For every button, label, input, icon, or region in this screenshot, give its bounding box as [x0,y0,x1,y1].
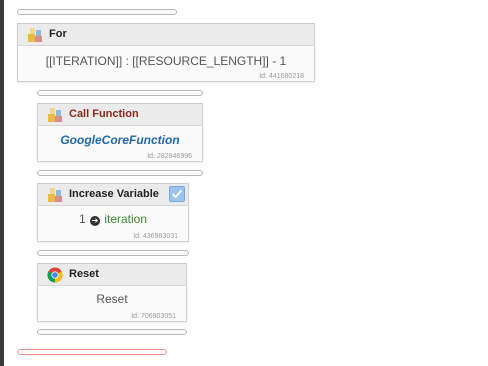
for-block-id: Id: 441680218 [259,73,304,80]
drop-connector-top[interactable] [17,9,177,15]
drop-connector[interactable] [37,170,203,176]
checkmark-icon [172,189,183,199]
call-function-title: Call Function [69,108,139,120]
reset-title: Reset [69,268,99,280]
for-block[interactable]: For [[ITERATION]] : [[RESOURCE_LENGTH]] … [17,23,315,82]
increase-variable-header[interactable]: Increase Variable [38,184,188,206]
increase-variable-id: Id: 436983031 [133,233,178,240]
reset-header[interactable]: Reset [38,264,186,286]
call-function-block[interactable]: Call Function GoogleCoreFunction Id: 282… [37,103,203,162]
puzzle-block-icon [28,28,42,42]
arrow-right-icon: ➔ [89,216,100,226]
increase-amount: 1 [78,212,86,226]
reset-block[interactable]: Reset Reset Id: 706903051 [37,263,187,322]
function-name-link[interactable]: GoogleCoreFunction [60,133,179,147]
drop-connector[interactable] [37,250,189,256]
increase-variable-body: 1 ➔ iteration [38,212,188,226]
puzzle-block-icon [48,188,62,202]
left-rail [0,0,4,366]
puzzle-block-icon [48,108,62,122]
variable-name: iteration [104,212,148,226]
chrome-icon [47,267,63,283]
call-function-body: GoogleCoreFunction [38,133,202,147]
increase-variable-block[interactable]: Increase Variable 1 ➔ iteration Id: 4369… [37,183,189,242]
for-block-header[interactable]: For [18,24,314,46]
call-function-id: Id: 282846996 [147,153,192,160]
drop-connector[interactable] [37,329,187,335]
drop-connector-error[interactable] [17,349,167,355]
call-function-header[interactable]: Call Function [38,104,202,126]
drop-connector[interactable] [37,90,203,96]
increase-variable-title: Increase Variable [69,188,159,200]
reset-id: Id: 706903051 [131,313,176,320]
for-expression: [[ITERATION]] : [[RESOURCE_LENGTH]] - 1 [45,54,287,68]
checkmark-toggle[interactable] [169,186,185,202]
for-block-title: For [49,28,67,40]
reset-body: Reset [96,292,128,306]
